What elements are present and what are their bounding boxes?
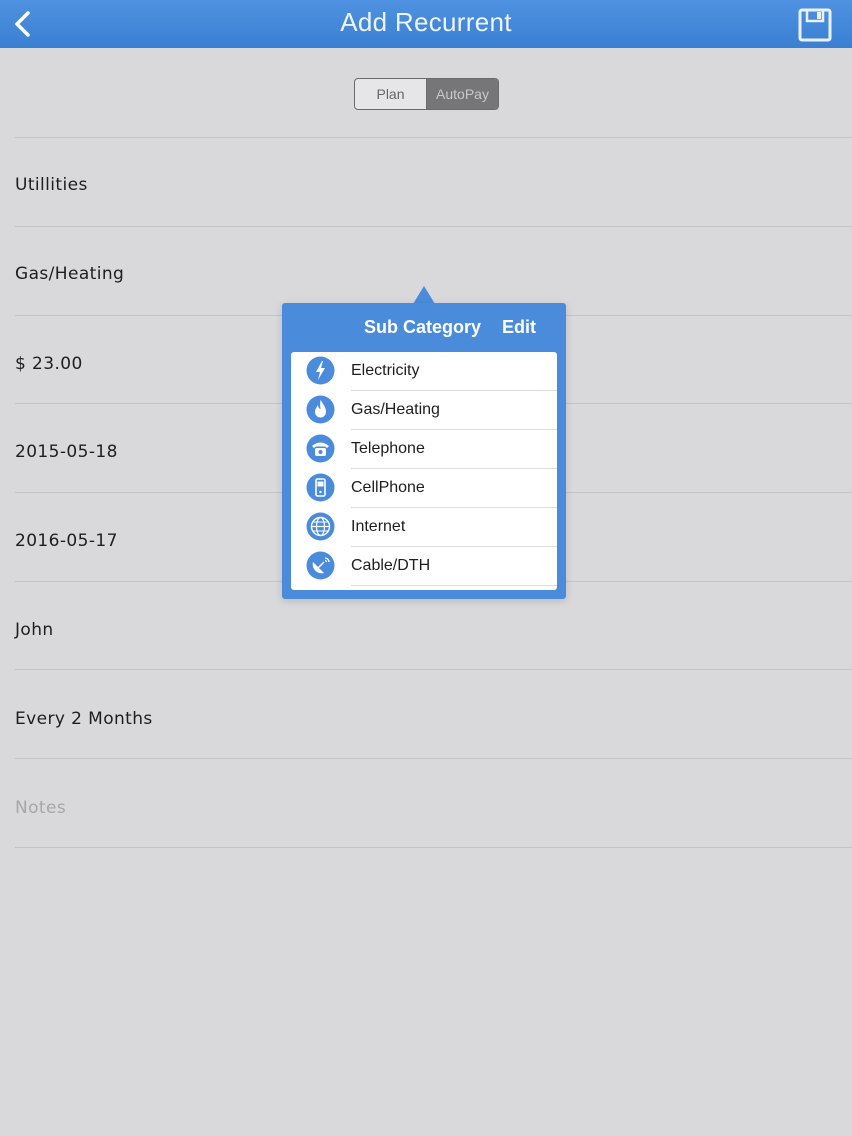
lightning-icon [306, 356, 335, 385]
list-item-label: Electricity [351, 362, 420, 379]
plan-autopay-segmented-control: Plan AutoPay [354, 78, 499, 110]
page-title: Add Recurrent [340, 7, 512, 37]
list-item-label: Internet [351, 518, 406, 535]
satellite-dish-icon [306, 551, 335, 580]
flame-icon [306, 395, 335, 424]
row-divider [15, 669, 852, 670]
sub-category-list[interactable]: Electricity Gas/Heating Telephone CellPh… [291, 352, 557, 590]
list-item[interactable]: Internet [291, 508, 557, 547]
popover-arrow [413, 286, 435, 304]
popover-edit-button[interactable]: Edit [502, 317, 536, 338]
navigation-bar: Add Recurrent [0, 0, 852, 48]
list-item[interactable] [291, 586, 557, 590]
app-screen: Add Recurrent Plan AutoPay Utillities Ga… [0, 0, 852, 1136]
segment-plan[interactable]: Plan [355, 79, 426, 109]
list-item-label: Cable/DTH [351, 557, 431, 574]
telephone-icon [306, 434, 335, 463]
payee-field[interactable]: John [15, 620, 832, 640]
notes-field[interactable]: Notes [15, 798, 832, 818]
back-button[interactable] [6, 6, 40, 42]
row-divider [15, 226, 852, 227]
list-item[interactable]: Cable/DTH [291, 547, 557, 586]
cellphone-icon [306, 473, 335, 502]
row-divider [15, 137, 852, 138]
list-item[interactable]: Electricity [291, 352, 557, 391]
list-item-label: Gas/Heating [351, 401, 440, 418]
category-field[interactable]: Utillities [15, 175, 832, 195]
sub-category-field[interactable]: Gas/Heating [15, 264, 832, 284]
segment-autopay[interactable]: AutoPay [426, 79, 498, 109]
list-item[interactable]: CellPhone [291, 469, 557, 508]
chevron-left-icon [15, 11, 30, 37]
frequency-field[interactable]: Every 2 Months [15, 709, 832, 729]
popover-title: Sub Category [364, 317, 482, 337]
list-item[interactable]: Gas/Heating [291, 391, 557, 430]
row-divider [15, 758, 852, 759]
list-item-label: Telephone [351, 440, 425, 457]
list-item[interactable]: Telephone [291, 430, 557, 469]
floppy-disk-icon [798, 8, 832, 42]
save-button[interactable] [798, 8, 832, 42]
row-divider [15, 847, 852, 848]
sub-category-popover: Sub Category Edit Electricity Gas/Heatin… [282, 303, 566, 599]
globe-icon [306, 512, 335, 541]
list-item-label: CellPhone [351, 479, 425, 496]
